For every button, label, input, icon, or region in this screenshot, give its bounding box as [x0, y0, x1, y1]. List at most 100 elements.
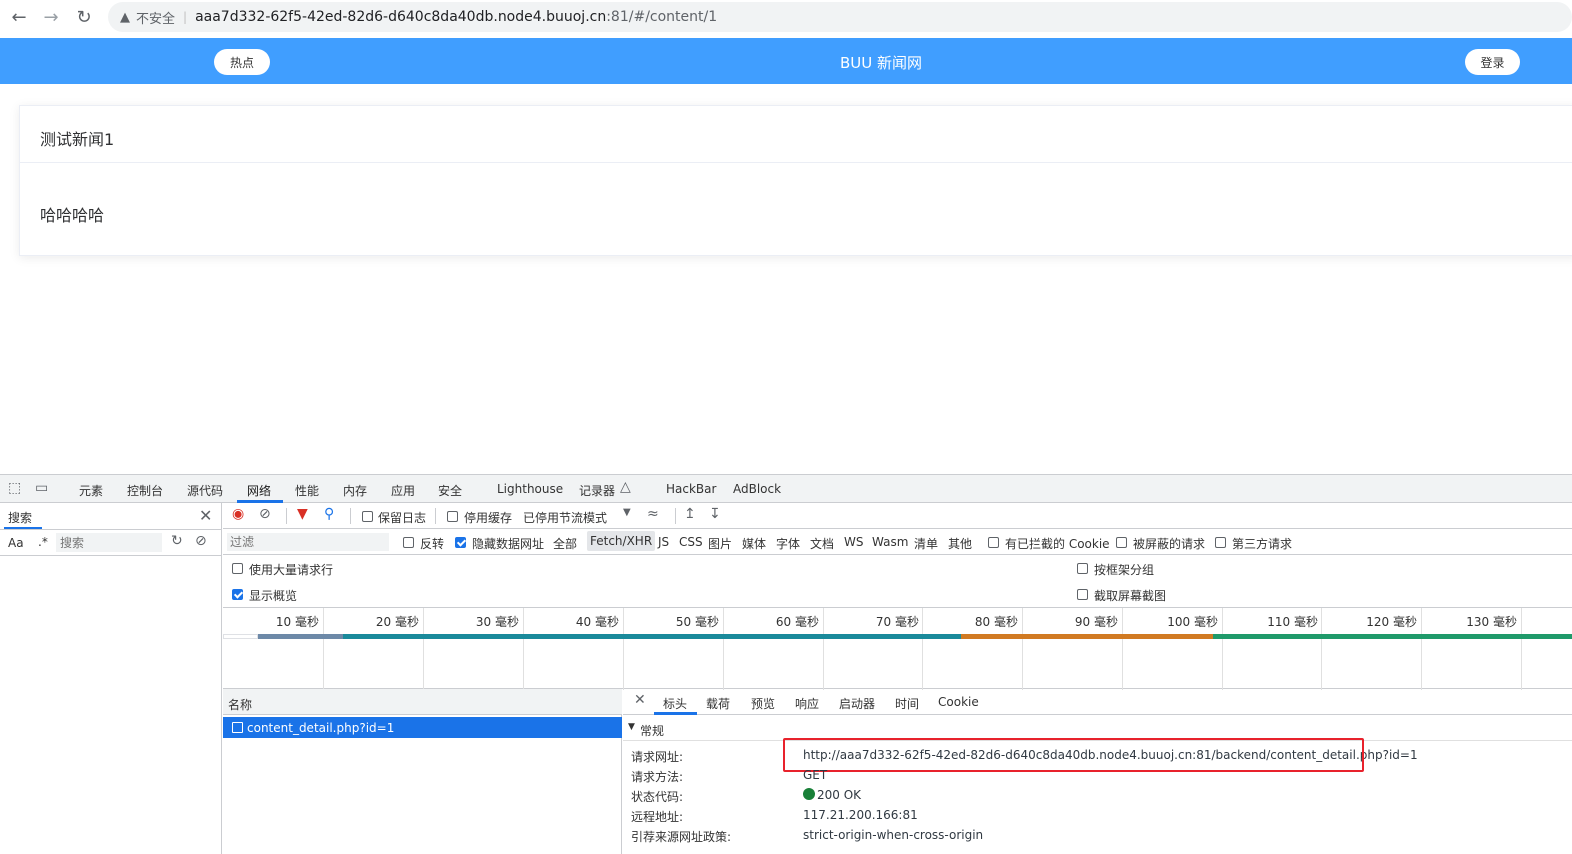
match-case-toggle[interactable]: Aa [8, 536, 24, 550]
tab-network[interactable]: 网络 [247, 482, 271, 499]
back-icon[interactable]: ← [8, 6, 30, 28]
refresh-icon[interactable]: ↻ [171, 533, 183, 549]
details-tabbar: ✕ 标头 载荷 预览 响应 启动器 时间 Cookie [623, 689, 1572, 715]
request-list-header: 名称 [223, 689, 622, 715]
invert-checkbox[interactable] [403, 537, 414, 548]
request-method-key: 请求方法: [631, 770, 684, 784]
tab-timing[interactable]: 时间 [895, 695, 919, 712]
timeline-tick-label: 50 毫秒 [675, 615, 719, 629]
filter-type-media[interactable]: 媒体 [742, 535, 766, 552]
request-name: content_detail.php?id=1 [247, 721, 395, 735]
toolbar-divider [286, 508, 287, 524]
tab-hackbar[interactable]: HackBar [666, 482, 716, 496]
clear-log-icon[interactable]: ⊘ [259, 506, 271, 522]
filter-type-doc[interactable]: 文档 [810, 535, 834, 552]
filter-type-img[interactable]: 图片 [708, 535, 732, 552]
filter-type-all[interactable]: 全部 [553, 535, 577, 552]
close-details-icon[interactable]: ✕ [634, 692, 646, 708]
export-har-icon[interactable]: ↧ [709, 506, 721, 522]
tab-headers[interactable]: 标头 [663, 695, 687, 712]
close-icon[interactable]: ✕ [199, 506, 212, 525]
tab-payload[interactable]: 载荷 [706, 695, 730, 712]
address-bar[interactable]: ▲ 不安全 | aaa7d332-62f5-42ed-82d6-d640c8da… [108, 2, 1572, 32]
search-icon[interactable]: ⚲ [324, 506, 334, 522]
options-row-1: 使用大量请求行 按框架分组 [223, 555, 1572, 581]
screenshots-checkbox[interactable] [1077, 589, 1088, 600]
search-pane-header: 搜索 ✕ [0, 503, 222, 530]
filter-icon[interactable]: ▼ [297, 506, 308, 522]
tab-adblock[interactable]: AdBlock [733, 482, 781, 496]
timeline-gridline [1521, 608, 1522, 690]
options-row-2: 显示概览 截取屏幕截图 [223, 581, 1572, 607]
regex-toggle[interactable]: .* [38, 535, 48, 549]
flask-icon: △ [620, 479, 631, 495]
reload-icon[interactable]: ↻ [73, 6, 95, 28]
tab-security[interactable]: 安全 [438, 482, 462, 499]
blocked-cookies-checkbox[interactable] [988, 537, 999, 548]
big-rows-checkbox[interactable] [232, 563, 243, 574]
site-title: BUU 新闻网 [839, 54, 923, 72]
filter-type-other[interactable]: 其他 [948, 535, 972, 552]
tab-initiator[interactable]: 启动器 [839, 695, 875, 712]
filter-type-manifest[interactable]: 清单 [914, 535, 938, 552]
filter-type-wasm[interactable]: Wasm [872, 535, 908, 549]
preserve-log-checkbox[interactable] [362, 511, 373, 522]
group-by-frame-checkbox[interactable] [1077, 563, 1088, 574]
filter-type-fetch-xhr[interactable]: Fetch/XHR [587, 531, 656, 551]
timeline-tick-label: 130 毫秒 [1466, 615, 1517, 629]
tab-response[interactable]: 响应 [795, 695, 819, 712]
timeline-tick-label: 10 毫秒 [275, 615, 319, 629]
timeline-overview[interactable]: 10 毫秒 20 毫秒 30 毫秒 40 毫秒 50 毫秒 60 毫秒 70 毫… [223, 607, 1572, 690]
tab-performance[interactable]: 性能 [295, 482, 319, 499]
filter-bar: 反转 隐藏数据网址 全部 Fetch/XHR JS CSS 图片 媒体 字体 文… [223, 529, 1572, 555]
record-icon[interactable]: ◉ [232, 506, 244, 522]
chevron-down-icon[interactable]: ▼ [623, 507, 631, 518]
search-input[interactable] [56, 533, 162, 552]
search-pane-title[interactable]: 搜索 [8, 509, 32, 526]
tab-lighthouse[interactable]: Lighthouse [497, 482, 563, 496]
timeline-tick-label: 80 毫秒 [974, 615, 1018, 629]
clear-icon[interactable]: ⊘ [195, 533, 207, 549]
hide-data-urls-checkbox[interactable] [455, 537, 466, 548]
timeline-tick-label: 40 毫秒 [575, 615, 619, 629]
search-tab-indicator [4, 527, 42, 529]
network-conditions-icon[interactable]: ≈ [647, 506, 659, 522]
remote-address-key: 远程地址: [631, 810, 684, 824]
tab-console[interactable]: 控制台 [127, 482, 163, 499]
inspect-icon[interactable]: ⬚ [8, 480, 21, 496]
devtools-panel: ⬚ ▭ 元素 控制台 源代码 网络 性能 内存 应用 安全 Lighthouse… [0, 474, 1572, 854]
tab-preview[interactable]: 预览 [751, 695, 775, 712]
timeline-tick-label: 70 毫秒 [875, 615, 919, 629]
tab-sources[interactable]: 源代码 [187, 482, 223, 499]
status-code-key: 状态代码: [631, 790, 684, 804]
tab-cookie[interactable]: Cookie [938, 695, 979, 709]
table-row[interactable]: content_detail.php?id=1 [223, 717, 622, 738]
throttle-select[interactable]: 已停用节流模式 [523, 509, 607, 526]
filter-input[interactable] [227, 533, 389, 551]
filter-type-font[interactable]: 字体 [776, 535, 800, 552]
filter-type-js[interactable]: JS [658, 535, 669, 549]
name-column-header[interactable]: 名称 [228, 696, 252, 713]
disable-cache-checkbox[interactable] [447, 511, 458, 522]
tab-application[interactable]: 应用 [391, 482, 415, 499]
toolbar-divider [350, 508, 351, 524]
device-toggle-icon[interactable]: ▭ [35, 480, 48, 496]
blocked-requests-checkbox[interactable] [1116, 537, 1127, 548]
details-tab-indicator [654, 712, 697, 715]
referrer-policy-key: 引荐来源网址政策: [631, 830, 732, 844]
login-button[interactable]: 登录 [1465, 49, 1520, 75]
card-divider [20, 162, 1572, 163]
third-party-checkbox[interactable] [1215, 537, 1226, 548]
tab-memory[interactable]: 内存 [343, 482, 367, 499]
big-rows-label: 使用大量请求行 [249, 563, 334, 577]
filter-type-ws[interactable]: WS [844, 535, 863, 549]
forward-icon[interactable]: → [40, 6, 62, 28]
site-header: 热点 BUU 新闻网 登录 [0, 38, 1572, 84]
tab-recorder[interactable]: 记录器 [579, 482, 615, 499]
show-overview-checkbox[interactable] [232, 589, 243, 600]
third-party-label: 第三方请求 [1232, 537, 1293, 551]
search-pane: 搜索 ✕ Aa .* ↻ ⊘ [0, 503, 222, 854]
filter-type-css[interactable]: CSS [679, 535, 703, 549]
import-har-icon[interactable]: ↥ [684, 506, 696, 522]
tab-elements[interactable]: 元素 [79, 482, 103, 499]
